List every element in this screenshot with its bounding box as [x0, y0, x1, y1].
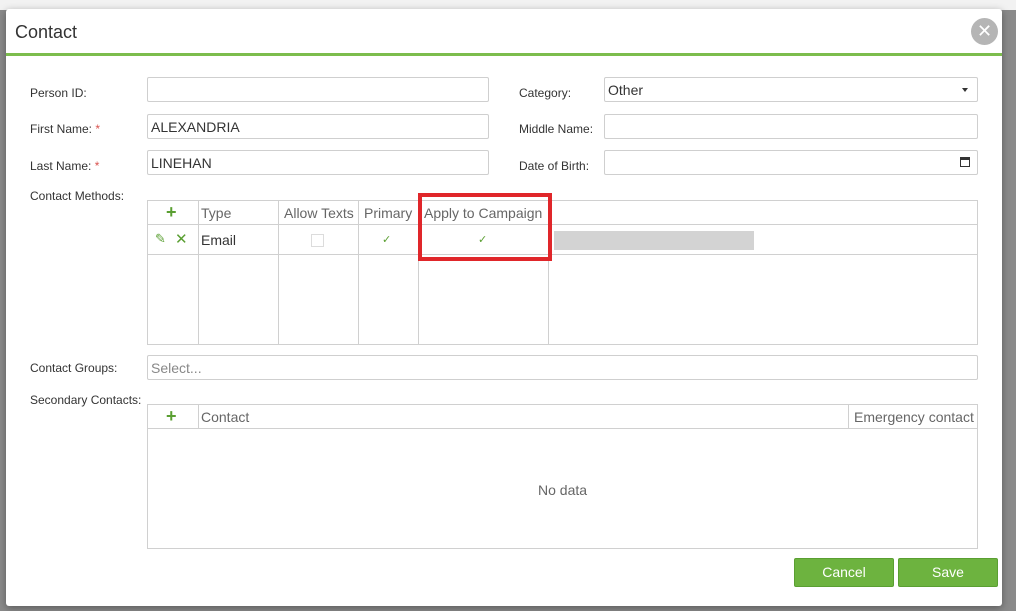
contact-groups-select[interactable] [147, 355, 978, 380]
plus-icon: + [166, 202, 177, 222]
plus-icon: + [166, 406, 177, 426]
first-name-label: First Name: * [30, 122, 101, 136]
calendar-icon[interactable] [960, 157, 970, 167]
dialog-titlebar: Contact ✕ [6, 9, 1002, 56]
contact-methods-grid: + Type Allow Texts Primary Apply to Camp… [147, 200, 978, 345]
no-data-text: No data [538, 482, 588, 498]
contact-dialog: Contact ✕ Person ID: Category: Other Fir… [6, 9, 1002, 606]
secondary-contacts-label: Secondary Contacts: [30, 393, 142, 407]
required-mark: * [95, 122, 101, 136]
redacted-value-cell [554, 231, 754, 250]
category-label: Category: [519, 86, 572, 100]
middle-name-label: Middle Name: [519, 122, 594, 136]
add-secondary-contact-button[interactable]: + [166, 407, 177, 425]
contact-method-type-cell: Email [201, 232, 237, 248]
contact-groups-label: Contact Groups: [30, 361, 118, 375]
date-of-birth-input[interactable] [604, 150, 978, 175]
last-name-input[interactable] [147, 150, 489, 175]
save-button[interactable]: Save [898, 558, 998, 587]
person-id-label: Person ID: [30, 86, 87, 100]
column-header-allow-texts[interactable]: Allow Texts [284, 205, 354, 221]
edit-pencil-icon[interactable]: ✎ [155, 231, 166, 247]
close-button[interactable]: ✕ [971, 18, 998, 45]
contact-methods-label: Contact Methods: [30, 189, 125, 203]
caret-down-icon [962, 88, 968, 92]
category-value: Other [608, 82, 644, 98]
cancel-button[interactable]: Cancel [794, 558, 894, 587]
primary-check-icon[interactable]: ✓ [382, 233, 391, 246]
dialog-title: Contact [15, 22, 78, 42]
delete-x-icon[interactable]: ✕ [175, 230, 188, 248]
first-name-input[interactable] [147, 114, 489, 139]
middle-name-input[interactable] [604, 114, 978, 139]
secondary-contacts-grid: + Contact Emergency contact No data [147, 404, 978, 549]
required-mark: * [94, 159, 100, 173]
column-header-emergency-contact[interactable]: Emergency contact [854, 409, 974, 425]
category-select[interactable]: Other [604, 77, 978, 102]
last-name-label: Last Name: * [30, 159, 100, 173]
column-header-contact[interactable]: Contact [201, 409, 249, 425]
add-contact-method-button[interactable]: + [166, 203, 177, 221]
person-id-input[interactable] [147, 77, 489, 102]
column-header-type[interactable]: Type [201, 205, 231, 221]
close-icon: ✕ [976, 21, 993, 41]
allow-texts-checkbox[interactable] [311, 234, 324, 247]
column-header-primary[interactable]: Primary [364, 205, 412, 221]
highlight-box [418, 193, 552, 261]
date-of-birth-label: Date of Birth: [519, 159, 590, 173]
